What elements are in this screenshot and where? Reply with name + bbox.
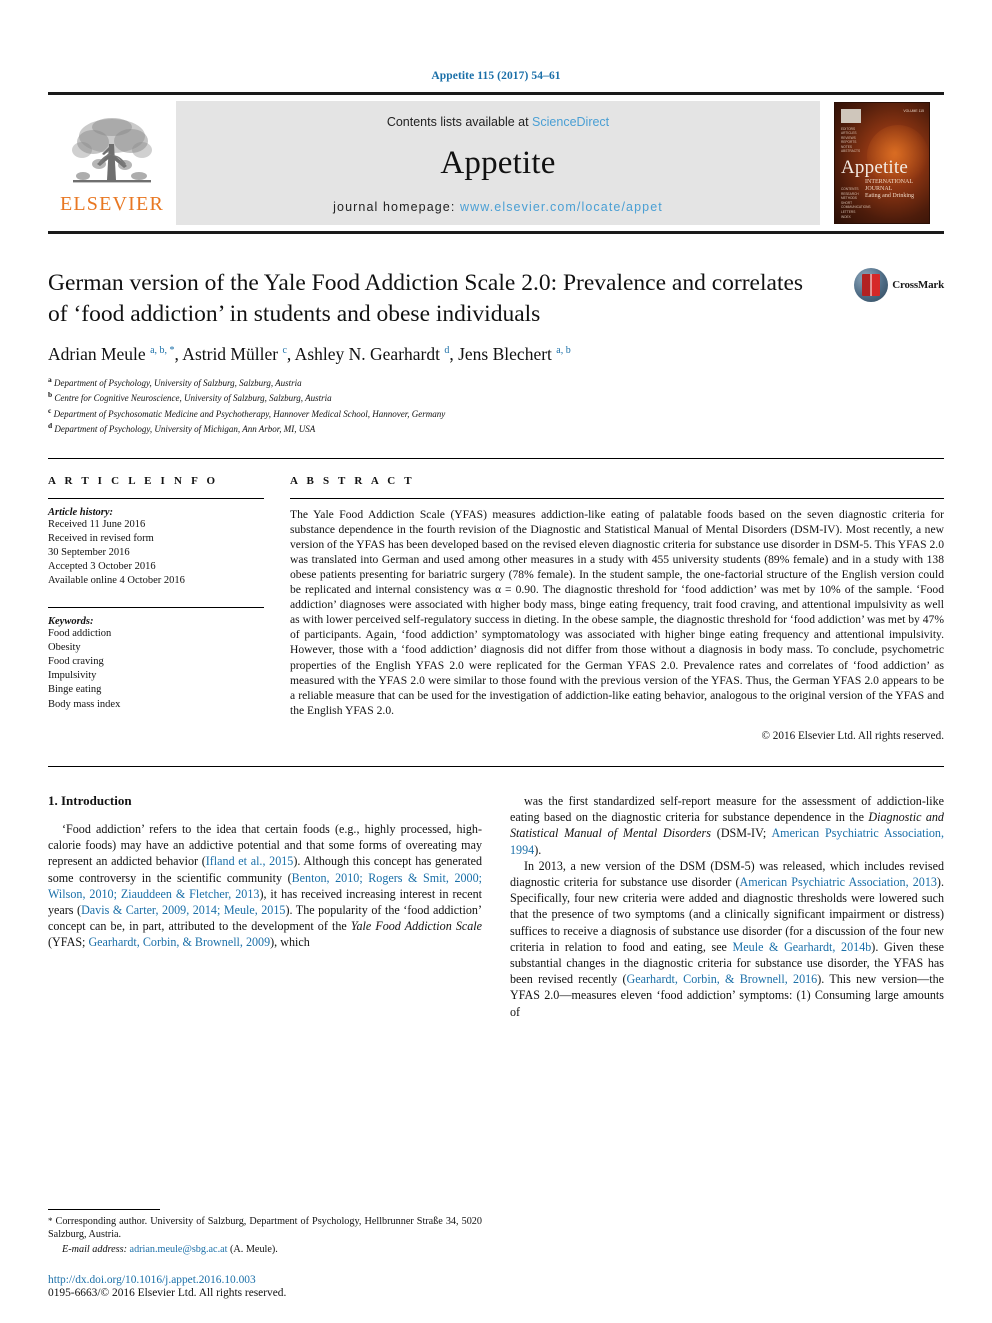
affiliation-list: a Department of Psychology, University o… bbox=[48, 374, 944, 436]
cover-volume-text: VOLUME 115 bbox=[903, 109, 924, 113]
history-item: Available online 4 October 2016 bbox=[48, 575, 185, 587]
affiliation-item: c Department of Psychosomatic Medicine a… bbox=[48, 405, 446, 419]
author-list: Adrian Meule a, b, *, Astrid Müller c, A… bbox=[48, 344, 571, 364]
article-history-label: Article history: bbox=[48, 506, 114, 518]
keyword-item: Impulsivity bbox=[48, 670, 97, 682]
email-note: E-mail address: adrian.meule@sbg.ac.at (… bbox=[48, 1243, 482, 1256]
intro-paragraph-2: was the first standardized self-report m… bbox=[510, 793, 945, 857]
history-item: Accepted 3 October 2016 bbox=[48, 561, 156, 573]
abstract-copyright: © 2016 Elsevier Ltd. All rights reserved… bbox=[761, 729, 945, 742]
divider bbox=[48, 497, 264, 499]
abstract-text: The Yale Food Addiction Scale (YFAS) mea… bbox=[290, 507, 944, 717]
article-body: 1. Introduction ‘Food addiction’ refers … bbox=[48, 793, 944, 1020]
intro-paragraph-3: In 2013, a new version of the DSM (DSM-5… bbox=[510, 858, 944, 1019]
keyword-item: Binge eating bbox=[48, 684, 102, 696]
history-item: 30 September 2016 bbox=[48, 547, 130, 559]
crossmark-icon bbox=[854, 268, 889, 302]
keywords-block: Keywords: Food addiction Obesity Food cr… bbox=[48, 606, 264, 712]
cover-left-text-top: EDITORS ARTICLES REVIEWS REPORTS NOTES ABSTRA… bbox=[841, 127, 861, 154]
email-label: E-mail address: bbox=[62, 1243, 127, 1255]
info-abstract-section: A R T I C L E I N F O Article history: R… bbox=[48, 457, 944, 742]
cover-title: Appetite bbox=[841, 157, 909, 178]
crossmark-label: CrossMark bbox=[892, 279, 944, 291]
article-info-heading: A R T I C L E I N F O bbox=[48, 474, 219, 487]
journal-article-page: Appetite 115 (2017) 54–61 ELSEVIER Conte… bbox=[0, 0, 992, 1323]
footnote-block: * Corresponding author. University of Sa… bbox=[48, 1208, 482, 1299]
issn-copyright-line: 0195-6663/© 2016 Elsevier Ltd. All right… bbox=[48, 1287, 287, 1299]
intro-paragraph-1: ‘Food addiction’ refers to the idea that… bbox=[48, 821, 483, 950]
keyword-item: Body mass index bbox=[48, 698, 121, 710]
keywords-list: Food addiction Obesity Food craving Impu… bbox=[48, 627, 264, 712]
doi-link[interactable]: http://dx.doi.org/10.1016/j.appet.2016.1… bbox=[48, 1274, 482, 1286]
abstract-column: A B S T R A C T The Yale Food Addiction … bbox=[290, 475, 944, 742]
journal-cover-thumbnail: VOLUME 115 EDITORS ARTICLES REVIEWS REPORTS… bbox=[820, 95, 944, 231]
cover-publisher-badge-icon bbox=[841, 109, 861, 123]
email-link[interactable]: adrian.meule@sbg.ac.at bbox=[130, 1244, 228, 1255]
cover-image: VOLUME 115 EDITORS ARTICLES REVIEWS REPORTS… bbox=[834, 102, 930, 224]
keyword-item: Food addiction bbox=[48, 627, 112, 639]
crossmark-badge[interactable]: CrossMark bbox=[854, 268, 944, 302]
journal-info-box: Contents lists available at ScienceDirec… bbox=[176, 101, 820, 225]
affiliation-item: a Department of Psychology, University o… bbox=[48, 375, 302, 388]
journal-homepage-line: journal homepage: www.elsevier.com/locat… bbox=[333, 200, 663, 214]
article-history-list: Received 11 June 2016 Received in revise… bbox=[48, 518, 264, 589]
running-head: Appetite 115 (2017) 54–61 bbox=[431, 70, 561, 82]
elsevier-tree-icon bbox=[72, 118, 152, 183]
history-item: Received in revised form bbox=[48, 532, 154, 544]
email-suffix: (A. Meule). bbox=[230, 1243, 278, 1255]
keywords-label: Keywords: bbox=[48, 615, 94, 627]
section-heading-introduction: 1. Introduction bbox=[48, 792, 132, 808]
abstract-heading: A B S T R A C T bbox=[290, 474, 415, 487]
body-left-column: 1. Introduction ‘Food addiction’ refers … bbox=[48, 793, 482, 1020]
cover-subtitle: INTERNATIONAL JOURNAL Eating and Drinkin… bbox=[865, 179, 914, 199]
journal-masthead: ELSEVIER Contents lists available at Sci… bbox=[48, 92, 944, 234]
keyword-item: Food craving bbox=[48, 656, 104, 668]
history-item: Received 11 June 2016 bbox=[48, 518, 146, 530]
cover-left-text-bottom: CONTENTS RESEARCH METHODS SHORT COMMUNICATIO… bbox=[841, 187, 871, 219]
affiliation-item: b Centre for Cognitive Neuroscience, Uni… bbox=[48, 390, 332, 404]
keyword-item: Obesity bbox=[48, 641, 81, 653]
journal-homepage-link[interactable]: www.elsevier.com/locate/appet bbox=[460, 200, 663, 214]
elsevier-wordmark: ELSEVIER bbox=[59, 193, 165, 215]
corresponding-author-note: * Corresponding author. University of Sa… bbox=[48, 1215, 482, 1241]
contents-list-line: Contents lists available at ScienceDirec… bbox=[387, 115, 609, 129]
article-header: CrossMark German version of the Yale Foo… bbox=[48, 268, 944, 436]
doi-block: http://dx.doi.org/10.1016/j.appet.2016.1… bbox=[48, 1274, 482, 1299]
sciencedirect-link[interactable]: ScienceDirect bbox=[532, 115, 609, 129]
elsevier-logo: ELSEVIER bbox=[48, 95, 176, 231]
journal-title: Appetite bbox=[440, 144, 556, 181]
article-info-column: A R T I C L E I N F O Article history: R… bbox=[48, 475, 264, 742]
body-right-column: was the first standardized self-report m… bbox=[510, 793, 944, 1020]
divider bbox=[48, 606, 264, 608]
homepage-prefix: journal homepage: bbox=[333, 199, 460, 214]
footnote-divider bbox=[48, 1208, 160, 1210]
divider bbox=[48, 765, 944, 767]
affiliation-item: d Department of Psychology, University o… bbox=[48, 421, 316, 435]
contents-prefix: Contents lists available at bbox=[386, 114, 533, 129]
divider bbox=[290, 497, 944, 499]
article-title: German version of the Yale Food Addictio… bbox=[48, 270, 804, 327]
